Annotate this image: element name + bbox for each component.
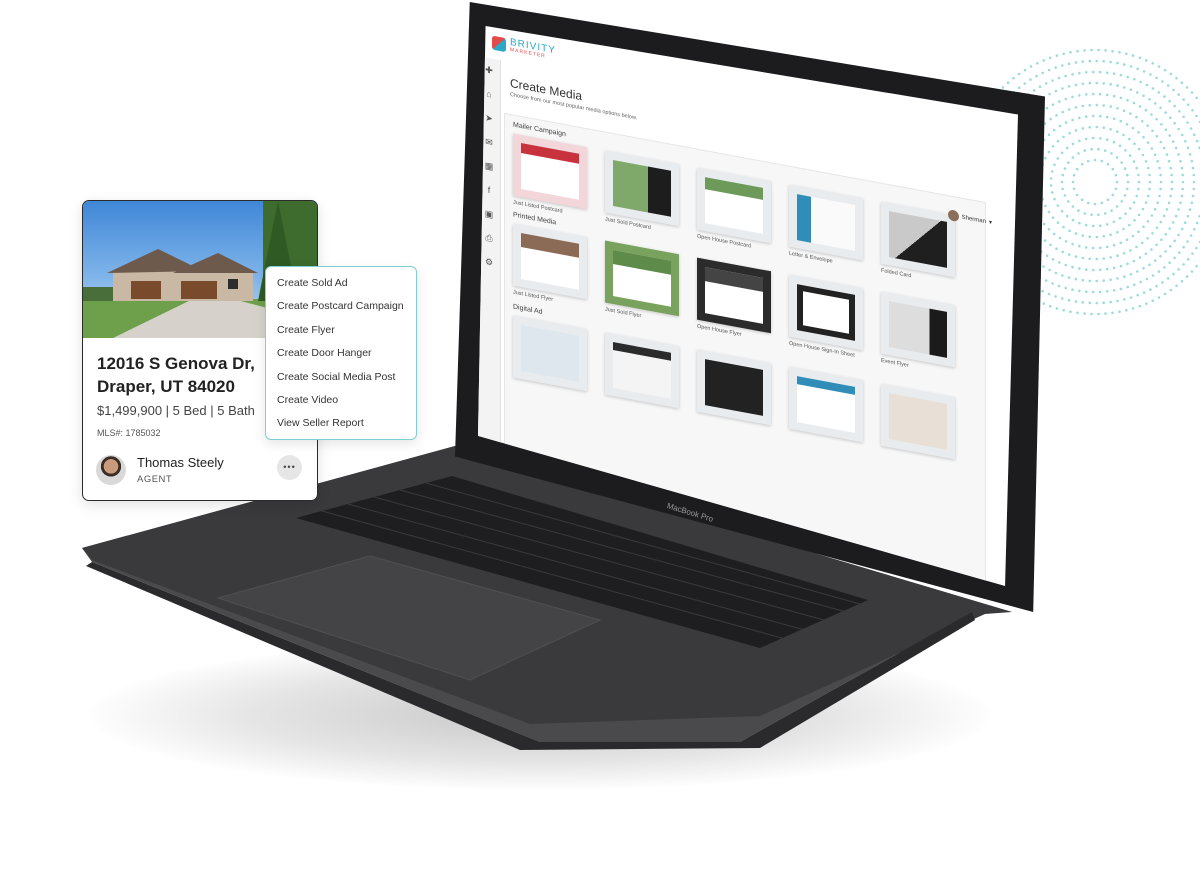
agent-name: Thomas Steely	[137, 455, 224, 470]
media-tile[interactable]	[789, 184, 863, 261]
media-tile[interactable]	[789, 366, 863, 443]
media-tile[interactable]	[513, 223, 587, 300]
logo-mark-icon	[492, 35, 506, 52]
agent-role: AGENT	[137, 474, 173, 485]
brand-logo[interactable]: BRIVITY MARKETER	[492, 35, 556, 62]
more-options-button[interactable]: •••	[277, 455, 302, 480]
media-tile-label: Folded Card	[881, 267, 912, 280]
menu-item-create-social-media-post[interactable]: Create Social Media Post	[277, 371, 395, 383]
more-icon: •••	[283, 462, 296, 472]
media-tile[interactable]	[513, 133, 587, 210]
mls-number: MLS#: 1785032	[97, 428, 161, 438]
section-title-digital: Digital Ad	[513, 303, 543, 316]
chevron-down-icon: ▾	[988, 219, 992, 227]
media-tile[interactable]	[881, 201, 955, 278]
media-tile[interactable]	[881, 383, 955, 460]
user-name: Sherman	[961, 214, 986, 225]
address-line-1: 12016 S Genova Dr,	[97, 354, 255, 373]
media-tile[interactable]	[697, 167, 771, 244]
media-tile[interactable]	[605, 150, 679, 227]
action-menu: Create Sold Ad Create Postcard Campaign …	[265, 266, 417, 440]
menu-item-create-video[interactable]: Create Video	[277, 394, 338, 406]
media-tile[interactable]	[789, 274, 863, 351]
menu-item-create-sold-ad[interactable]: Create Sold Ad	[277, 277, 348, 289]
avatar	[947, 209, 959, 223]
media-tile-label: Event Flyer	[881, 357, 909, 369]
media-tile[interactable]	[513, 315, 587, 392]
menu-item-create-door-hanger[interactable]: Create Door Hanger	[277, 347, 372, 359]
menu-item-view-seller-report[interactable]: View Seller Report	[277, 417, 364, 429]
address-line-2: Draper, UT 84020	[97, 377, 235, 396]
media-tile[interactable]	[697, 257, 771, 334]
media-tile[interactable]	[881, 291, 955, 368]
property-address: 12016 S Genova Dr, Draper, UT 84020	[97, 352, 255, 398]
media-tile[interactable]	[605, 332, 679, 409]
property-facts: $1,499,900 | 5 Bed | 5 Bath	[97, 403, 255, 418]
media-tile[interactable]	[697, 349, 771, 426]
menu-item-create-postcard-campaign[interactable]: Create Postcard Campaign	[277, 300, 404, 312]
agent-avatar	[96, 455, 126, 485]
menu-item-create-flyer[interactable]: Create Flyer	[277, 324, 335, 336]
media-tile[interactable]	[605, 240, 679, 317]
